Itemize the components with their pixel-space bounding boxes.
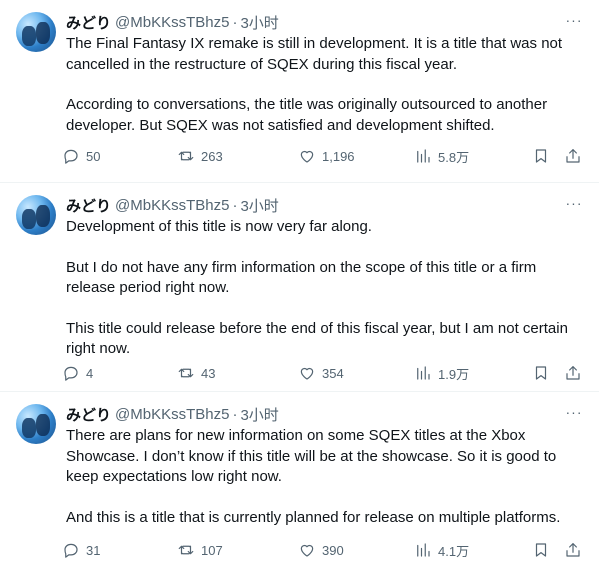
reply-icon — [64, 366, 78, 381]
display-name[interactable]: みどり — [66, 195, 111, 216]
retweet-button[interactable]: 43 — [177, 362, 215, 384]
like-button[interactable]: 354 — [298, 362, 344, 384]
timestamp[interactable]: 3小时 — [240, 404, 278, 425]
bookmark-icon — [535, 543, 547, 557]
share-button[interactable] — [564, 362, 582, 384]
avatar[interactable] — [16, 12, 56, 52]
tweet[interactable]: みどり @MbKKssTBhz5 · 3小时 ··· The Final Fan… — [0, 0, 599, 183]
more-icon[interactable]: ··· — [563, 402, 585, 422]
bookmark-icon — [535, 366, 547, 380]
views-button[interactable]: 4.1万 — [414, 539, 469, 561]
share-icon — [566, 366, 580, 380]
tweet-thread: みどり @MbKKssTBhz5 · 3小时 ··· The Final Fan… — [0, 0, 599, 572]
tweet-header: みどり @MbKKssTBhz5 · 3小时 — [66, 404, 279, 424]
avatar[interactable] — [16, 404, 56, 444]
action-bar: 50 263 1,196 5.8万 — [62, 145, 588, 167]
retweet-icon — [178, 545, 194, 555]
user-handle[interactable]: @MbKKssTBhz5 — [115, 406, 229, 423]
reply-count: 50 — [86, 148, 101, 164]
reply-button[interactable]: 4 — [62, 362, 93, 384]
views-button[interactable]: 1.9万 — [414, 362, 469, 384]
avatar[interactable] — [16, 195, 56, 235]
like-icon — [300, 544, 314, 557]
separator: · — [232, 196, 238, 214]
tweet-paragraph: According to conversations, the title wa… — [66, 96, 548, 134]
retweet-count: 43 — [201, 365, 216, 381]
bookmark-button[interactable] — [532, 362, 550, 384]
like-count: 354 — [322, 365, 344, 381]
like-icon — [300, 150, 314, 163]
retweet-button[interactable]: 263 — [177, 145, 223, 167]
like-button[interactable]: 390 — [298, 539, 344, 561]
view-count: 1.9万 — [438, 366, 470, 382]
separator: · — [232, 405, 238, 423]
retweet-icon — [178, 151, 194, 161]
tweet-header: みどり @MbKKssTBhz5 · 3小时 — [66, 12, 279, 32]
action-bar: 31 107 390 4.1万 — [62, 539, 588, 561]
tweet-text: The Final Fantasy IX remake is still in … — [66, 34, 586, 136]
share-button[interactable] — [564, 145, 582, 167]
tweet[interactable]: みどり @MbKKssTBhz5 · 3小时 ··· There are pla… — [0, 392, 599, 572]
display-name[interactable]: みどり — [66, 404, 111, 425]
tweet-text: Development of this title is now very fa… — [66, 217, 586, 360]
share-icon — [566, 149, 580, 163]
retweet-count: 107 — [201, 542, 223, 558]
separator: · — [232, 13, 238, 31]
bookmark-button[interactable] — [532, 539, 550, 561]
like-count: 390 — [322, 542, 344, 558]
bookmark-button[interactable] — [532, 145, 550, 167]
user-handle[interactable]: @MbKKssTBhz5 — [115, 14, 229, 31]
bookmark-icon — [535, 149, 547, 163]
reply-count: 31 — [86, 542, 101, 558]
tweet-header: みどり @MbKKssTBhz5 · 3小时 — [66, 195, 279, 215]
share-button[interactable] — [564, 539, 582, 561]
tweet-paragraph: There are plans for new information on s… — [66, 427, 557, 485]
reply-count: 4 — [86, 365, 94, 381]
more-icon[interactable]: ··· — [563, 10, 585, 30]
view-count: 5.8万 — [438, 149, 470, 165]
views-icon — [417, 543, 430, 557]
views-button[interactable]: 5.8万 — [414, 145, 469, 167]
timestamp[interactable]: 3小时 — [240, 12, 278, 33]
tweet-paragraph: But I do not have any firm information o… — [66, 258, 537, 297]
tweet[interactable]: みどり @MbKKssTBhz5 · 3小时 ··· Development o… — [0, 183, 599, 392]
tweet-text: There are plans for new information on s… — [66, 426, 586, 528]
like-count: 1,196 — [322, 148, 355, 164]
reply-icon — [64, 149, 78, 164]
retweet-count: 263 — [201, 148, 223, 164]
timestamp[interactable]: 3小时 — [240, 195, 278, 216]
tweet-paragraph: And this is a title that is currently pl… — [66, 508, 561, 526]
retweet-button[interactable]: 107 — [177, 539, 223, 561]
action-bar: 4 43 354 1.9万 — [62, 362, 588, 384]
reply-button[interactable]: 50 — [62, 145, 100, 167]
views-icon — [417, 366, 430, 380]
tweet-paragraph: The Final Fantasy IX remake is still in … — [66, 35, 563, 73]
like-icon — [300, 367, 314, 380]
reply-button[interactable]: 31 — [62, 539, 100, 561]
like-button[interactable]: 1,196 — [298, 145, 355, 167]
retweet-icon — [178, 368, 194, 378]
reply-icon — [64, 543, 78, 558]
tweet-paragraph: Development of this title is now very fa… — [66, 218, 372, 235]
tweet-paragraph: This title could release before the end … — [66, 319, 568, 358]
view-count: 4.1万 — [438, 543, 470, 559]
share-icon — [566, 543, 580, 557]
user-handle[interactable]: @MbKKssTBhz5 — [115, 197, 229, 214]
views-icon — [417, 149, 430, 163]
display-name[interactable]: みどり — [66, 12, 111, 33]
more-icon[interactable]: ··· — [563, 193, 585, 213]
